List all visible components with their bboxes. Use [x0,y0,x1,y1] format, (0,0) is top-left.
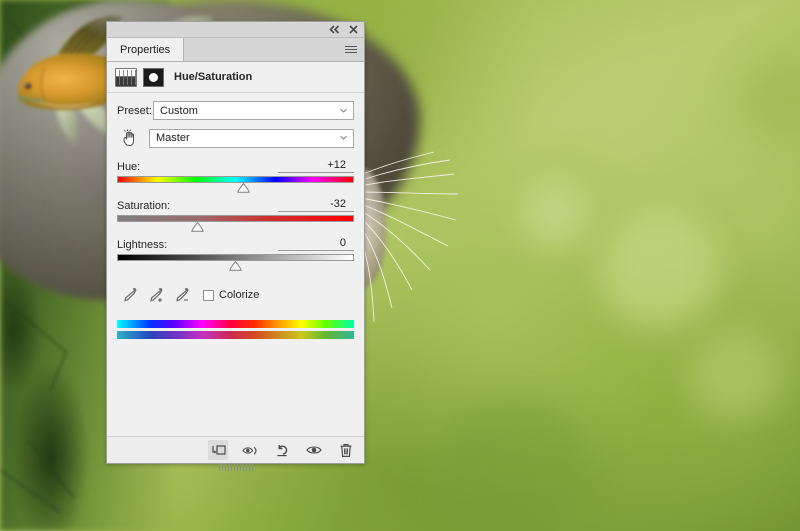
saturation-slider-group: Saturation: -32 [117,198,354,233]
panel-menu-icon[interactable] [338,38,364,61]
toggle-visibility-button[interactable] [304,440,324,460]
colorize-control[interactable]: Colorize [203,289,259,301]
reset-button[interactable] [272,440,292,460]
eyedropper-add-icon[interactable] [143,284,169,306]
eyedropper-subtract-icon[interactable] [169,284,195,306]
hue-value-input[interactable]: +12 [278,159,354,173]
spectrum-bars [117,320,354,339]
channel-dropdown[interactable]: Master [149,128,354,148]
tab-properties[interactable]: Properties [107,38,185,61]
lightness-slider-track[interactable] [117,254,354,261]
hue-slider-group: Hue: +12 [117,159,354,194]
adjustment-header: Hue/Saturation [107,62,364,93]
spectrum-bar-top[interactable] [117,320,354,328]
photoshop-canvas: Properties Hue/Saturation Preset: Custom [0,0,800,531]
clip-to-layer-button[interactable] [208,440,228,460]
saturation-slider[interactable] [117,215,354,233]
bokeh-highlight [600,210,720,330]
panel-footer-toolbar [107,436,364,471]
hue-saturation-adjustment-icon[interactable] [115,67,137,87]
colorize-checkbox[interactable] [203,289,214,301]
channel-row: Master [117,127,354,149]
on-image-adjustment-hand-icon[interactable] [117,127,143,149]
tab-label: Properties [120,43,171,56]
preset-dropdown[interactable]: Custom [153,101,354,120]
preset-value: Custom [160,104,198,117]
hue-slider-track[interactable] [117,176,354,183]
panel-body: Preset: Custom Master Hue: +12 Saturatio… [107,93,364,436]
reset-arrow-icon [276,444,287,456]
hue-label: Hue: [117,161,141,173]
layer-mask-thumbnail-icon[interactable] [143,67,164,87]
eyedropper-sample-icon[interactable] [117,284,143,306]
lightness-value-input[interactable]: 0 [278,237,354,251]
colorize-label: Colorize [219,289,260,301]
bokeh-highlight [440,400,590,530]
saturation-label: Saturation: [117,200,171,212]
hue-slider-thumb[interactable] [236,183,250,193]
delete-layer-button[interactable] [336,440,356,460]
lightness-label: Lightness: [117,239,168,251]
properties-panel[interactable]: Properties Hue/Saturation Preset: Custom [106,21,365,471]
toggle-mask-view-button[interactable] [240,440,260,460]
eye-icon [306,446,322,454]
preset-row: Preset: Custom [117,101,354,120]
hue-slider[interactable] [117,176,354,194]
clip-to-layer-icon [211,445,226,455]
eyedropper-row: Colorize [117,284,354,306]
mask-dot [149,72,158,82]
close-icon[interactable] [349,25,358,34]
chevron-down-icon [340,108,347,113]
lightness-slider-group: Lightness: 0 [117,237,354,272]
adjustment-title: Hue/Saturation [174,71,253,83]
bokeh-highlight [690,330,780,420]
panel-resize-grip[interactable] [218,464,253,471]
panel-tab-strip: Properties [107,38,364,62]
lightness-slider[interactable] [117,254,354,272]
eye-with-arrow-icon [241,446,257,454]
saturation-value-input[interactable]: -32 [278,198,354,212]
double-chevron-left-icon[interactable] [329,25,340,34]
saturation-slider-thumb[interactable] [191,222,204,232]
saturation-slider-track[interactable] [117,215,354,222]
trash-icon [340,443,352,457]
spectrum-bar-bottom[interactable] [117,331,354,339]
preset-label: Preset: [117,104,152,117]
hamburger-glyph [345,44,357,55]
lightness-slider-thumb[interactable] [229,261,242,271]
chevron-down-icon [340,135,347,140]
channel-value: Master [156,132,190,144]
bokeh-highlight [520,180,590,250]
panel-titlebar [106,21,365,38]
